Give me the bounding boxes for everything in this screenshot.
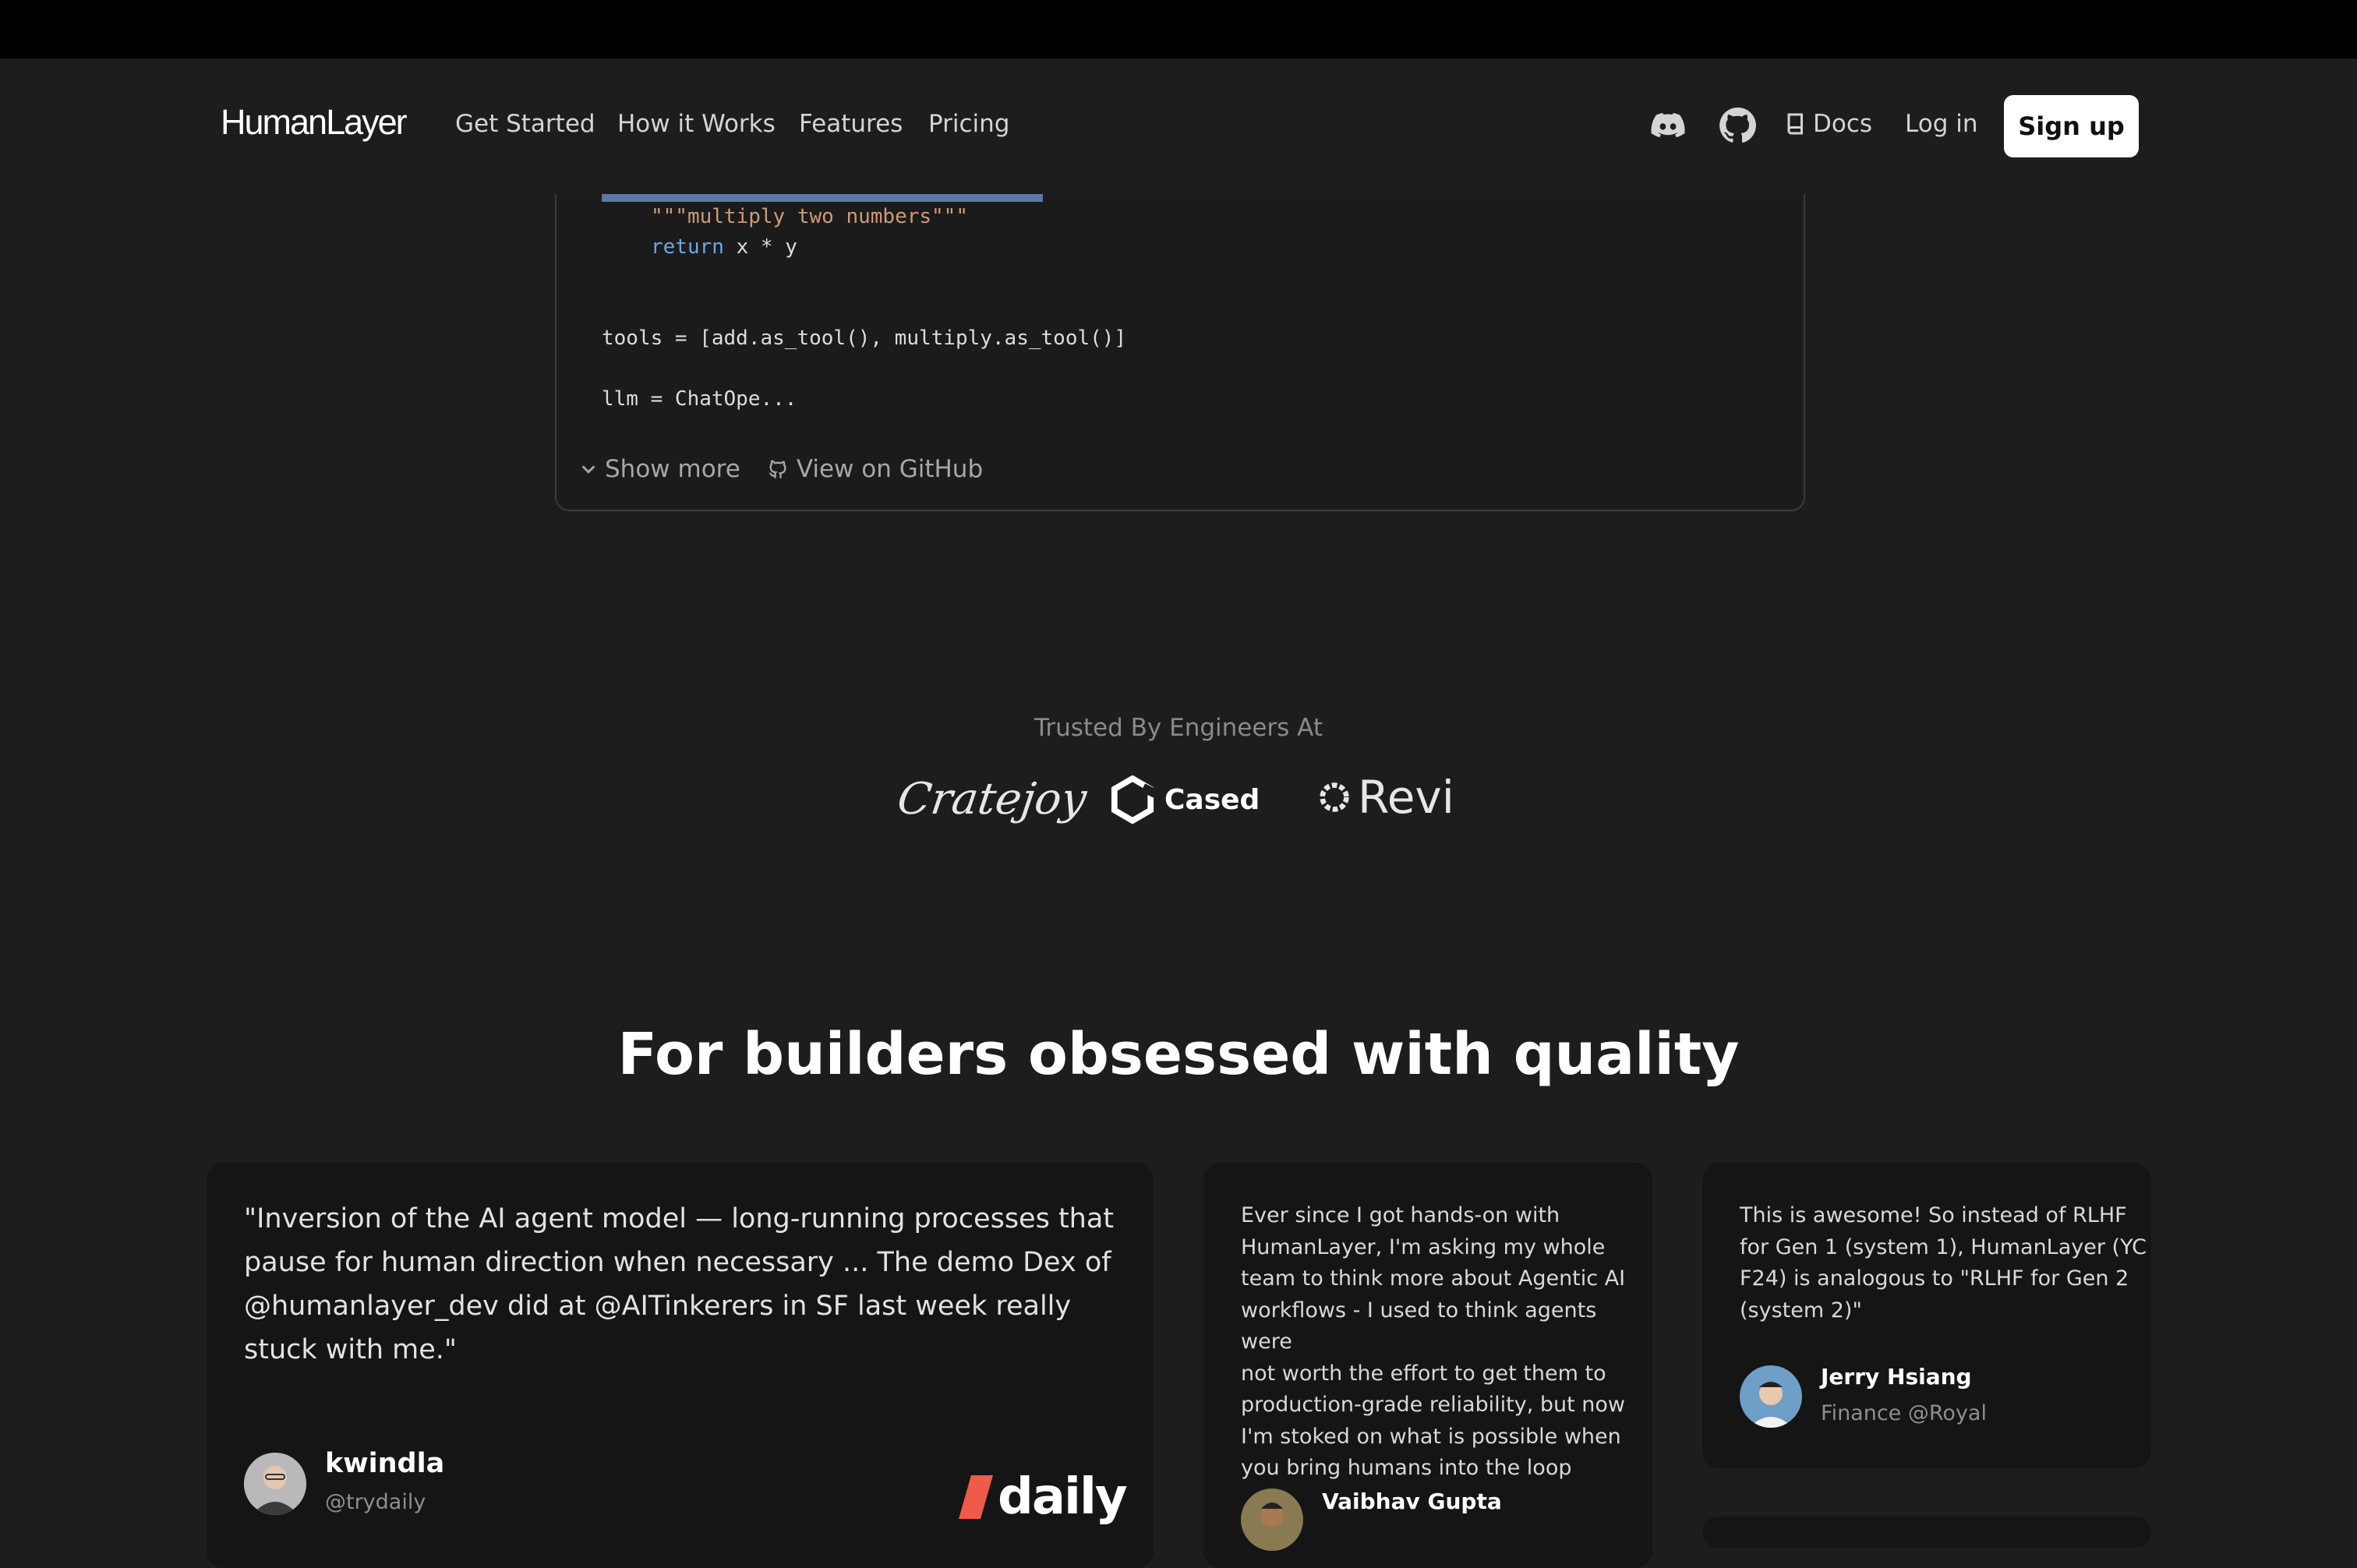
testimonial-card-vaibhav: Ever since I got hands-on with HumanLaye…: [1203, 1163, 1652, 1568]
nav-link-pricing[interactable]: Pricing: [928, 110, 1010, 138]
author-handle: @trydaily: [325, 1490, 426, 1514]
testimonial-card-kwindla: "Inversion of the AI agent model — long-…: [207, 1163, 1154, 1568]
signup-button[interactable]: Sign up: [2004, 95, 2139, 157]
github-outline-icon: [769, 460, 786, 479]
testimonial-quote: This is awesome! So instead of RLHF for …: [1740, 1200, 2147, 1326]
cased-hex-icon: [1111, 775, 1155, 824]
cased-logo-text: Cased: [1164, 783, 1260, 816]
nav-link-get-started[interactable]: Get Started: [455, 110, 595, 138]
cratejoy-logo: Cratejoy: [894, 774, 1090, 825]
quote-line: for Gen 1 (system 1), HumanLayer (YC: [1740, 1234, 2147, 1259]
quote-line: production-grade reliability, but now: [1241, 1393, 1626, 1417]
quote-line: you bring humans into the loop: [1241, 1456, 1572, 1480]
show-more-button[interactable]: Show more: [580, 455, 740, 483]
revi-logo-text: Revi: [1358, 771, 1454, 824]
book-icon: [1787, 113, 1803, 135]
chevron-down-icon: [581, 465, 595, 474]
code-line-return: return x * y: [651, 235, 797, 259]
site-logo[interactable]: HumanLayer: [221, 102, 408, 143]
avatar: [1740, 1365, 1802, 1428]
quote-line: not worth the effort to get them to: [1241, 1361, 1606, 1386]
code-line-docstring: """multiply two numbers""": [651, 205, 968, 228]
quote-line: workflows - I used to think agents were: [1241, 1298, 1597, 1354]
discord-icon[interactable]: [1649, 107, 1687, 144]
testimonial-card-next: [1702, 1517, 2151, 1548]
quote-line: Ever since I got hands-on with: [1241, 1203, 1560, 1227]
quote-line: HumanLayer, I'm asking my whole: [1241, 1234, 1606, 1259]
quote-line: team to think more about Agentic AI: [1241, 1266, 1626, 1291]
author-name: Jerry Hsiang: [1821, 1364, 1972, 1390]
author-name: kwindla: [325, 1448, 445, 1479]
avatar: [1241, 1489, 1303, 1551]
cased-logo: Cased: [1110, 775, 1260, 824]
selected-line-highlight: [602, 194, 1043, 202]
revi-logo: Revi: [1317, 771, 1454, 824]
login-link[interactable]: Log in: [1905, 110, 1977, 138]
author-handle: Finance @Royal: [1821, 1401, 1987, 1425]
show-more-label: Show more: [605, 455, 740, 483]
code-keyword-return: return: [651, 235, 724, 259]
quote-line: F24) is analogous to "RLHF for Gen 2: [1740, 1266, 2129, 1291]
code-actions: Show more View on GitHub: [580, 455, 983, 483]
nav-link-features[interactable]: Features: [799, 110, 903, 138]
code-snippet-card: """multiply two numbers""" return x * y …: [555, 194, 1805, 511]
code-docstring: """multiply two numbers""": [651, 205, 968, 228]
navbar: HumanLayer Get Started How it Works Feat…: [0, 58, 2357, 194]
code-line-llm: llm = ChatOpe...: [602, 387, 797, 411]
testimonial-card-jerry: This is awesome! So instead of RLHF for …: [1702, 1163, 2151, 1468]
quote-line: This is awesome! So instead of RLHF: [1740, 1203, 2127, 1227]
revi-mark-icon: [1320, 782, 1349, 812]
nav-link-how-it-works[interactable]: How it Works: [617, 110, 776, 138]
customer-logos: Cratejoy Cased Revi: [894, 768, 1473, 830]
quote-line: (system 2)": [1740, 1298, 1862, 1323]
docs-label: Docs: [1813, 110, 1873, 138]
browser-top-bar: [0, 0, 2357, 58]
avatar: [244, 1453, 306, 1515]
view-on-github-link[interactable]: View on GitHub: [767, 455, 983, 483]
trusted-by-heading: Trusted By Engineers At: [1034, 714, 1323, 742]
daily-slash-icon: [959, 1475, 993, 1519]
testimonial-quote: "Inversion of the AI agent model — long-…: [244, 1203, 1115, 1365]
code-line-tools: tools = [add.as_tool(), multiply.as_tool…: [602, 327, 1127, 350]
testimonial-quote: Ever since I got hands-on with HumanLaye…: [1241, 1200, 1652, 1485]
author-name: Vaibhav Gupta: [1322, 1489, 1502, 1514]
section-title: For builders obsessed with quality: [617, 1021, 1740, 1088]
docs-link[interactable]: Docs: [1786, 110, 1872, 138]
github-icon[interactable]: [1719, 107, 1756, 144]
daily-logo: daily: [959, 1468, 1128, 1526]
daily-logo-text: daily: [998, 1468, 1128, 1526]
quote-line: I'm stoked on what is possible when: [1241, 1424, 1621, 1449]
code-return-expr: x * y: [723, 235, 797, 259]
view-on-github-label: View on GitHub: [796, 455, 984, 483]
